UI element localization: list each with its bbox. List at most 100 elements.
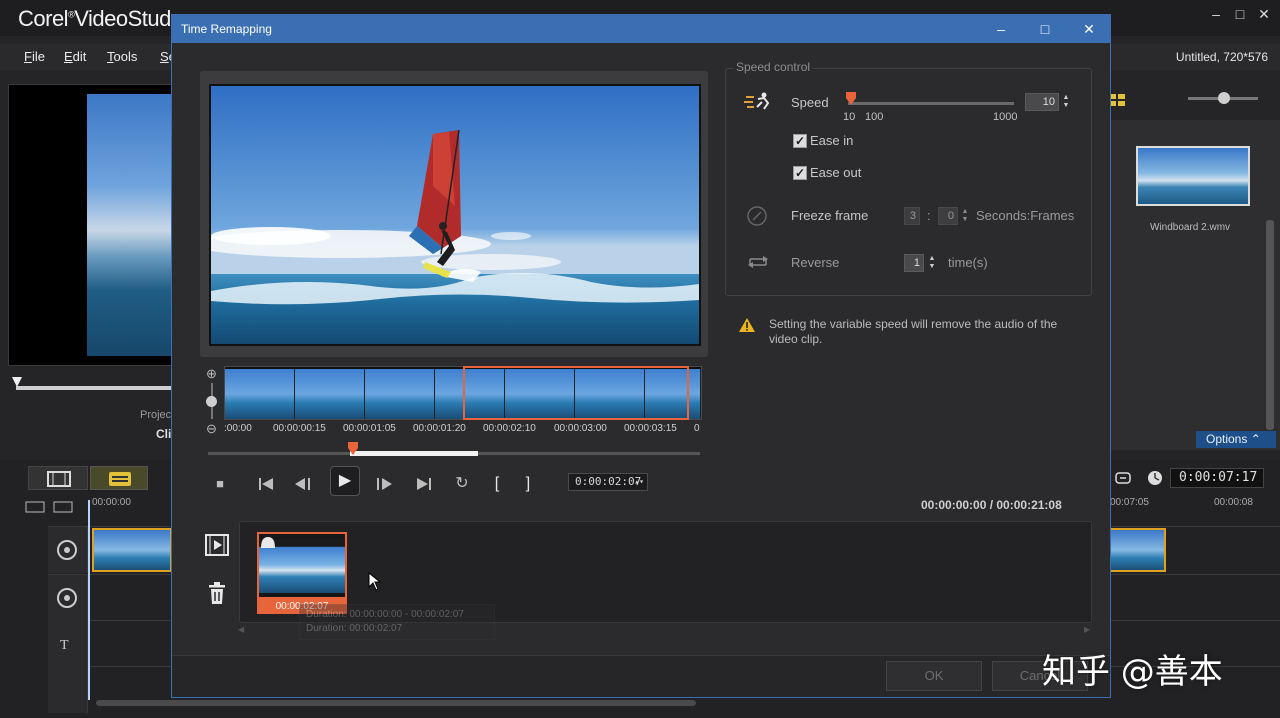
- add-clip-icon[interactable]: [205, 533, 229, 557]
- voice-track-header[interactable]: [48, 667, 88, 713]
- stop-button[interactable]: ■: [207, 472, 233, 496]
- dialog-minimize-button[interactable]: –: [986, 19, 1016, 39]
- reverse-label: Reverse: [791, 255, 840, 270]
- fit-timeline-icon[interactable]: [1114, 470, 1132, 486]
- filmstrip-frame[interactable]: [295, 369, 365, 419]
- freeze-frame-label: Freeze frame: [791, 208, 869, 223]
- speed-label: Speed: [791, 95, 829, 110]
- timeline-scrollbar[interactable]: [96, 700, 696, 706]
- filmstrip-frame[interactable]: [365, 369, 435, 419]
- speed-spinner-arrows[interactable]: ▲ ▼: [1060, 94, 1072, 112]
- timeline-playhead[interactable]: [88, 500, 90, 700]
- next-frame-button[interactable]: [371, 472, 397, 496]
- filmstrip-zoom-knob[interactable]: [206, 396, 217, 407]
- timecode-input[interactable]: 0:00:02:07 ▴▾: [568, 473, 648, 491]
- freeze-spinner-arrows[interactable]: ▲ ▼: [959, 208, 971, 226]
- freeze-separator: :: [927, 208, 931, 223]
- play-button[interactable]: ▶: [330, 466, 360, 496]
- ease-out-label[interactable]: Ease out: [810, 165, 861, 180]
- app-maximize-button[interactable]: □: [1228, 6, 1252, 28]
- reverse-icon: [746, 253, 770, 271]
- previous-frame-button[interactable]: [290, 472, 316, 496]
- filmstrip-time-label: 00:00:01:05: [343, 423, 396, 434]
- filmstrip-time-label: 0: [694, 423, 700, 434]
- filmstrip-time-label: 00:00:03:00: [554, 423, 607, 434]
- clip-scroll-right-icon[interactable]: ▶: [1084, 625, 1092, 635]
- dialog-titlebar[interactable]: [172, 15, 1110, 43]
- main-preview-scrub-handle[interactable]: [11, 376, 23, 388]
- timeline-view-button[interactable]: [90, 466, 148, 490]
- mouse-cursor: [368, 572, 382, 592]
- menu-file[interactable]: File: [24, 49, 45, 64]
- speed-slider-knob[interactable]: [845, 92, 857, 106]
- clip-tooltip: Duration: 00:00:00:00 - 00:00:02:07 Dura…: [299, 604, 495, 640]
- reverse-count-input[interactable]: 1: [904, 254, 924, 272]
- speed-icon: [744, 91, 772, 111]
- overlay-track-header[interactable]: [48, 575, 88, 621]
- menu-edit[interactable]: Edit: [64, 49, 86, 64]
- zoom-out-icon[interactable]: ⊖: [206, 421, 217, 437]
- storyboard-view-button[interactable]: [28, 466, 88, 490]
- ease-in-checkbox[interactable]: ✓: [793, 134, 807, 148]
- library-thumbnail-name: Windboard 2.wmv: [1150, 222, 1231, 233]
- timeline-timecode[interactable]: 0:00:07:17: [1170, 468, 1264, 488]
- project-info: Untitled, 720*576: [1175, 50, 1268, 64]
- speed-control-legend: Speed control: [734, 60, 813, 74]
- speed-tick-label: 10: [843, 111, 856, 123]
- mark-in-button[interactable]: [: [484, 472, 510, 496]
- dialog-close-button[interactable]: ✕: [1074, 19, 1104, 39]
- ruler-label-right-2: 00:00:08: [1214, 497, 1253, 508]
- warning-icon: [738, 317, 756, 333]
- speed-value-input[interactable]: 10: [1025, 93, 1059, 111]
- filmstrip-selection[interactable]: [463, 366, 689, 420]
- video-preview: [209, 84, 701, 346]
- filmstrip-frame[interactable]: [225, 369, 295, 419]
- timeline-clip[interactable]: [1108, 528, 1166, 572]
- zoom-in-icon[interactable]: ⊕: [206, 366, 217, 382]
- timeline-clip[interactable]: [92, 528, 172, 572]
- reverse-spinner-arrows[interactable]: ▲ ▼: [926, 255, 938, 273]
- ease-in-label[interactable]: Ease in: [810, 133, 853, 148]
- clip-scroll-left-icon[interactable]: ◀: [238, 625, 246, 635]
- time-remapping-dialog: Time Remapping – □ ✕ ⊕ ⊖:00:00 00:00:00…: [171, 14, 1111, 698]
- freeze-frames-input[interactable]: 0: [938, 207, 958, 225]
- library-zoom-knob[interactable]: [1218, 92, 1230, 104]
- repeat-button[interactable]: ↻: [449, 472, 475, 496]
- library-thumbnail[interactable]: [1136, 146, 1250, 206]
- clock-icon: [1146, 469, 1164, 487]
- speed-tick-label: 1000: [993, 111, 1018, 123]
- freeze-indicator-icon: [260, 535, 276, 549]
- video-track-header[interactable]: [48, 527, 88, 573]
- ease-out-checkbox[interactable]: ✓: [793, 166, 807, 180]
- app-minimize-button[interactable]: –: [1204, 6, 1228, 28]
- speed-slider[interactable]: [848, 102, 1014, 105]
- options-button[interactable]: Options ⌃: [1196, 431, 1276, 448]
- ruler-label-start: 00:00:00: [92, 497, 131, 508]
- reverse-unit-label: time(s): [948, 255, 988, 270]
- app-close-button[interactable]: ✕: [1252, 6, 1276, 28]
- scrub-handle[interactable]: [347, 442, 359, 456]
- watermark: 知乎 @善本: [1042, 652, 1223, 692]
- filmstrip-time-label: 00:00:02:10: [483, 423, 536, 434]
- track-manager-icons[interactable]: [24, 500, 76, 514]
- mark-out-button[interactable]: ]: [515, 472, 541, 496]
- dialog-maximize-button[interactable]: □: [1030, 19, 1060, 39]
- menu-tools[interactable]: Tools: [107, 49, 137, 64]
- duration-readout: 00:00:00:00 / 00:00:21:08: [921, 498, 1062, 512]
- go-to-end-button[interactable]: [411, 472, 437, 496]
- ok-button[interactable]: OK: [886, 661, 982, 691]
- filmstrip-time-label: :00:00: [224, 423, 252, 434]
- main-preview-scrubber[interactable]: [16, 386, 176, 390]
- filmstrip-time-label: 00:00:01:20: [413, 423, 466, 434]
- go-to-start-button[interactable]: [253, 472, 279, 496]
- dialog-title: Time Remapping: [181, 22, 272, 36]
- freeze-unit-label: Seconds:Frames: [976, 208, 1075, 223]
- freeze-frame-icon: [746, 205, 768, 227]
- freeze-seconds-input[interactable]: 3: [904, 207, 920, 225]
- trash-icon[interactable]: [207, 582, 227, 606]
- main-preview-image: [87, 94, 177, 356]
- title-track-header[interactable]: T: [48, 621, 88, 667]
- project-mode-label[interactable]: Projec: [140, 409, 171, 421]
- speed-warning-text: Setting the variable speed will remove t…: [769, 317, 1058, 346]
- library-scrollbar[interactable]: [1266, 220, 1274, 430]
